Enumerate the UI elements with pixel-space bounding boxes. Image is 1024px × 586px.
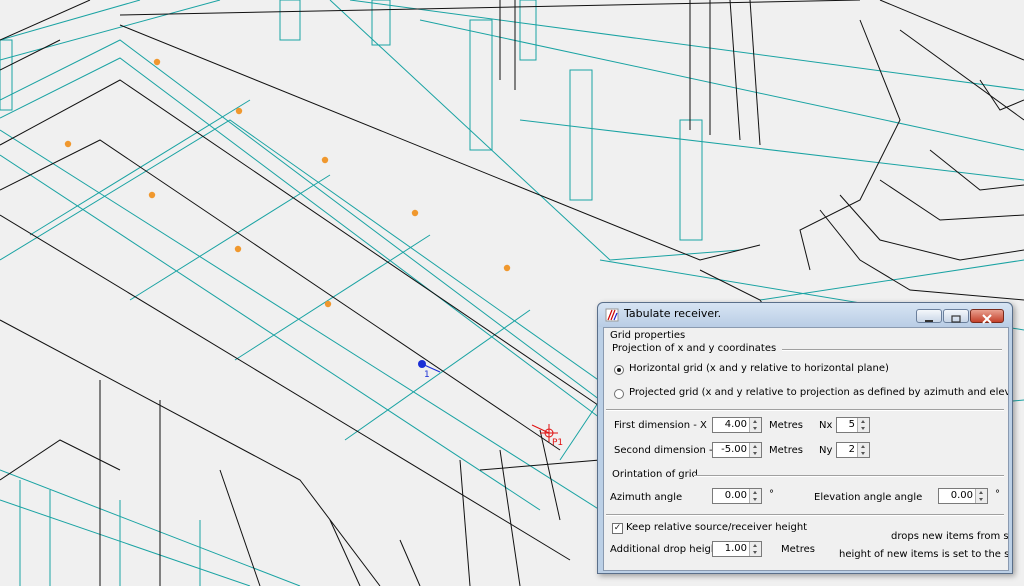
grid-properties-label: Grid properties	[610, 330, 686, 341]
second-dimension-spinner[interactable]	[749, 443, 761, 457]
dialog-title: Tabulate receiver.	[624, 307, 722, 320]
nx-spinner[interactable]	[857, 418, 869, 432]
horizontal-grid-label[interactable]: Horizontal grid (x and y relative to hor…	[629, 363, 889, 374]
drops-note: drops new items from san	[891, 531, 1009, 542]
dialog-titlebar[interactable]: Tabulate receiver.	[598, 303, 1012, 327]
elevation-unit: °	[995, 489, 1000, 500]
drop-height-label: Additional drop height	[610, 544, 722, 555]
divider	[694, 475, 1004, 477]
nx-input[interactable]: 5	[836, 417, 870, 433]
ny-spinner[interactable]	[857, 443, 869, 457]
ny-input[interactable]: 2	[836, 442, 870, 458]
dialog-body: Grid properties Projection of x and y co…	[603, 327, 1009, 571]
ny-label: Ny	[819, 445, 833, 456]
grid-app-icon	[605, 308, 619, 322]
divider	[606, 514, 1004, 516]
first-dimension-value: 4.00	[724, 419, 747, 430]
close-button[interactable]	[970, 309, 1004, 324]
elevation-label: Elevation angle angle	[814, 492, 923, 503]
projection-group-label: Projection of x and y coordinates	[612, 343, 777, 354]
ny-value: 2	[848, 444, 855, 455]
receiver-point	[153, 58, 161, 66]
receiver-point	[321, 156, 329, 164]
marker-p1-label: P1	[552, 438, 563, 448]
close-icon	[982, 314, 992, 324]
receiver-point	[234, 245, 242, 253]
drop-height-unit: Metres	[781, 544, 815, 555]
marker-1-label: 1	[424, 370, 430, 380]
azimuth-spinner[interactable]	[749, 489, 761, 503]
drop-height-value: 1.00	[724, 543, 747, 554]
tabulate-receiver-dialog[interactable]: Tabulate receiver. Grid properties Proje…	[597, 302, 1013, 574]
second-dimension-unit: Metres	[769, 445, 803, 456]
restore-button[interactable]	[943, 309, 969, 323]
elevation-input[interactable]: 0.00	[938, 488, 988, 504]
drop-height-spinner[interactable]	[749, 542, 761, 556]
receiver-point	[64, 140, 72, 148]
keep-height-checkbox[interactable]: ✓	[612, 523, 623, 534]
receiver-point	[324, 300, 332, 308]
orientation-group-label: Orintation of grid	[612, 469, 698, 480]
first-dimension-label: First dimension - X	[614, 420, 707, 431]
first-dimension-unit: Metres	[769, 420, 803, 431]
projected-grid-radio[interactable]	[614, 389, 624, 399]
azimuth-unit: °	[769, 489, 774, 500]
minimize-icon	[925, 320, 933, 322]
divider	[782, 349, 1002, 351]
first-dimension-input[interactable]: 4.00	[712, 417, 762, 433]
receiver-point	[411, 209, 419, 217]
horizontal-grid-radio[interactable]	[614, 365, 624, 375]
second-dimension-input[interactable]: -5.00	[712, 442, 762, 458]
second-dimension-value: -5.00	[721, 444, 747, 455]
azimuth-input[interactable]: 0.00	[712, 488, 762, 504]
first-dimension-spinner[interactable]	[749, 418, 761, 432]
drop-height-input[interactable]: 1.00	[712, 541, 762, 557]
nx-label: Nx	[819, 420, 833, 431]
keep-height-label[interactable]: Keep relative source/receiver height	[626, 522, 807, 533]
elevation-value: 0.00	[950, 490, 973, 501]
receiver-point	[235, 107, 243, 115]
second-dimension-label: Second dimension - Y	[614, 445, 722, 456]
height-note: height of new items is set to the sam	[839, 549, 1009, 560]
receiver-point	[148, 191, 156, 199]
azimuth-label: Azimuth angle	[610, 492, 683, 503]
nx-value: 5	[848, 419, 855, 430]
restore-icon	[951, 315, 961, 323]
elevation-spinner[interactable]	[975, 489, 987, 503]
divider	[606, 409, 1004, 411]
receiver-point	[503, 264, 511, 272]
minimize-button[interactable]	[916, 309, 942, 323]
projected-grid-label[interactable]: Projected grid (x and y relative to proj…	[629, 387, 1008, 398]
azimuth-value: 0.00	[724, 490, 747, 501]
